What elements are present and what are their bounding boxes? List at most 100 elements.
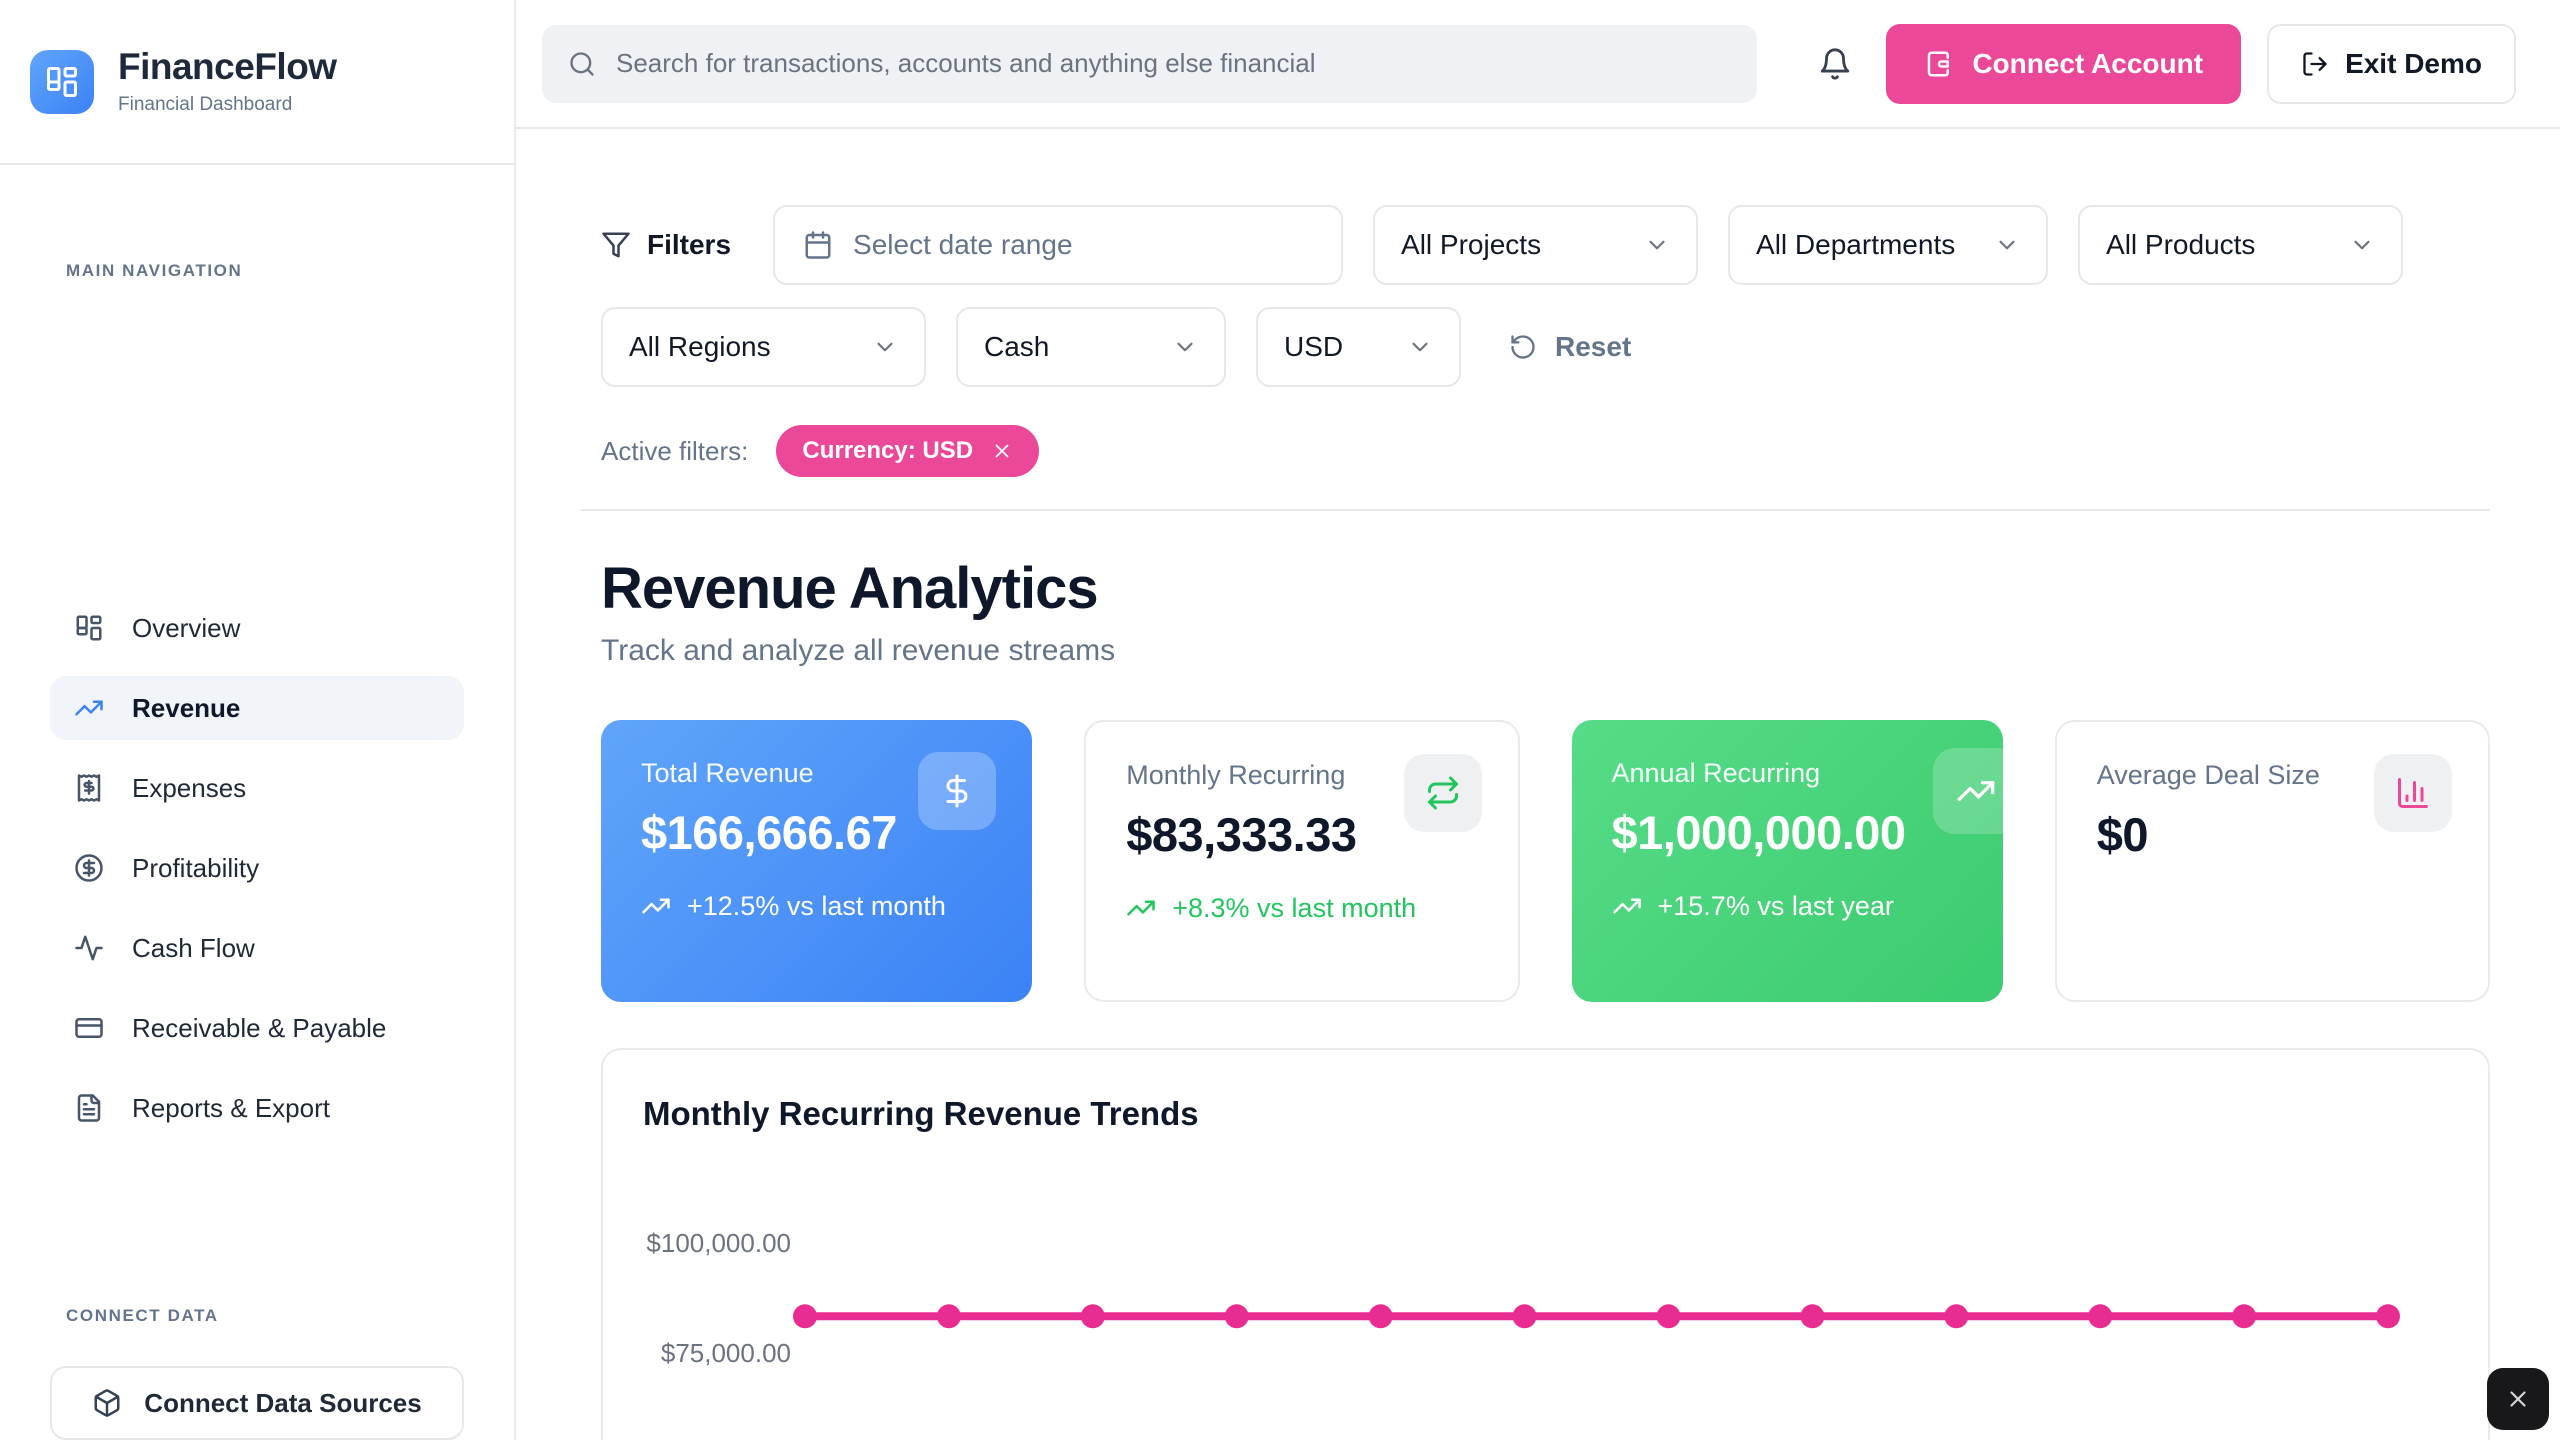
bar-chart-icon xyxy=(2395,775,2431,811)
chart-data-point xyxy=(2376,1304,2400,1328)
reset-filters-button[interactable]: Reset xyxy=(1509,331,1631,363)
demo-widget-close-button[interactable] xyxy=(2487,1368,2549,1430)
connect-data-sources-button[interactable]: Connect Data Sources xyxy=(50,1366,464,1440)
products-dropdown[interactable]: All Products xyxy=(2078,205,2403,285)
chart-data-point xyxy=(1369,1304,1393,1328)
stat-cards-row: Total Revenue $166,666.67 +12.5% vs last… xyxy=(601,720,2490,1002)
page-subtitle: Track and analyze all revenue streams xyxy=(601,634,2490,668)
notifications-button[interactable] xyxy=(1818,47,1852,81)
line-chart-svg: $100,000.00$75,000.00$50,000.00 xyxy=(643,1162,2453,1440)
chart-data-point xyxy=(793,1304,817,1328)
brand: FinanceFlow Financial Dashboard xyxy=(0,0,514,165)
repeat-icon xyxy=(1425,775,1461,811)
stat-icon-chip xyxy=(918,752,996,830)
sidebar-item-label: Overview xyxy=(132,613,240,644)
chevron-down-icon xyxy=(1172,334,1198,360)
stat-trend: +8.3% vs last month xyxy=(1126,890,1477,926)
credit-card-icon xyxy=(74,1013,104,1043)
filters-row-2: All Regions Cash USD Reset xyxy=(601,307,2490,387)
sidebar: FinanceFlow Financial Dashboard MAIN NAV… xyxy=(0,0,516,1440)
app-title: FinanceFlow xyxy=(118,47,337,88)
products-dropdown-value: All Products xyxy=(2106,229,2255,261)
stat-icon-chip xyxy=(1404,754,1482,832)
chevron-down-icon xyxy=(1407,334,1433,360)
package-icon xyxy=(92,1388,122,1418)
stat-trend-text: +12.5% vs last month xyxy=(687,888,946,924)
bell-icon xyxy=(1818,47,1852,81)
stat-value: $1,000,000.00 xyxy=(1612,805,1963,860)
currency-dropdown-value: USD xyxy=(1284,331,1343,363)
projects-dropdown-value: All Projects xyxy=(1401,229,1541,261)
connect-data-header: CONNECT DATA xyxy=(0,1306,514,1326)
receipt-icon xyxy=(74,773,104,803)
stat-icon-chip xyxy=(1933,748,2003,834)
filters-title: Filters xyxy=(601,229,731,261)
search-box[interactable] xyxy=(542,25,1757,103)
date-range-input[interactable]: Select date range xyxy=(773,205,1343,285)
mrr-trends-chart: $100,000.00$75,000.00$50,000.00 xyxy=(643,1162,2448,1440)
rotate-ccw-icon xyxy=(1509,333,1537,361)
sidebar-item-overview[interactable]: Overview xyxy=(50,596,464,660)
mrr-trends-chart-card: Monthly Recurring Revenue Trends $100,00… xyxy=(601,1048,2490,1440)
currency-dropdown[interactable]: USD xyxy=(1256,307,1461,387)
sidebar-item-label: Cash Flow xyxy=(132,933,255,964)
stat-card-total-revenue: Total Revenue $166,666.67 +12.5% vs last… xyxy=(601,720,1032,1002)
chart-data-point xyxy=(1225,1304,1249,1328)
app-logo-icon xyxy=(30,50,94,114)
connect-data-sources-label: Connect Data Sources xyxy=(144,1388,421,1419)
connect-account-button[interactable]: Connect Account xyxy=(1886,24,2241,104)
stat-trend: +12.5% vs last month xyxy=(641,888,992,924)
projects-dropdown[interactable]: All Projects xyxy=(1373,205,1698,285)
filters-title-label: Filters xyxy=(647,229,731,261)
close-icon xyxy=(2505,1386,2531,1412)
sidebar-item-label: Profitability xyxy=(132,853,259,884)
regions-dropdown[interactable]: All Regions xyxy=(601,307,926,387)
chevron-down-icon xyxy=(1644,232,1670,258)
log-out-icon xyxy=(2301,50,2329,78)
chart-title: Monthly Recurring Revenue Trends xyxy=(643,1094,2448,1134)
trending-up-icon xyxy=(1126,893,1156,923)
section-divider xyxy=(581,509,2490,511)
sidebar-nav: Overview Revenue Expenses Profitability … xyxy=(0,596,514,1156)
chart-data-point xyxy=(1800,1304,1824,1328)
payment-method-dropdown[interactable]: Cash xyxy=(956,307,1226,387)
chart-data-point xyxy=(1513,1304,1537,1328)
active-filter-chip-currency[interactable]: Currency: USD xyxy=(776,425,1039,477)
sidebar-item-expenses[interactable]: Expenses xyxy=(50,756,464,820)
exit-demo-button[interactable]: Exit Demo xyxy=(2267,24,2516,104)
stat-trend-text: +15.7% vs last year xyxy=(1658,888,1894,924)
app-root: FinanceFlow Financial Dashboard MAIN NAV… xyxy=(0,0,2560,1440)
sidebar-item-label: Expenses xyxy=(132,773,246,804)
sidebar-item-cash-flow[interactable]: Cash Flow xyxy=(50,916,464,980)
reset-label: Reset xyxy=(1555,331,1631,363)
stat-trend-text: +8.3% vs last month xyxy=(1172,890,1416,926)
stat-card-average-deal-size: Average Deal Size $0 xyxy=(2055,720,2490,1002)
sidebar-item-reports-export[interactable]: Reports & Export xyxy=(50,1076,464,1140)
sidebar-item-revenue[interactable]: Revenue xyxy=(50,676,464,740)
close-icon xyxy=(991,440,1013,462)
file-text-icon xyxy=(74,1093,104,1123)
filter-funnel-icon xyxy=(601,230,631,260)
date-range-placeholder: Select date range xyxy=(853,229,1073,261)
departments-dropdown[interactable]: All Departments xyxy=(1728,205,2048,285)
chevron-down-icon xyxy=(872,334,898,360)
stat-icon-chip xyxy=(2374,754,2452,832)
page-title: Revenue Analytics xyxy=(601,555,2490,622)
topbar: Connect Account Exit Demo xyxy=(516,0,2560,129)
sidebar-item-label: Revenue xyxy=(132,693,240,724)
sidebar-item-label: Receivable & Payable xyxy=(132,1013,386,1044)
search-input[interactable] xyxy=(616,48,1731,79)
y-axis-tick-label: $75,000.00 xyxy=(661,1338,791,1368)
stat-label: Annual Recurring xyxy=(1612,758,1963,789)
exit-demo-label: Exit Demo xyxy=(2345,48,2482,80)
wallet-icon xyxy=(1924,49,1954,79)
search-icon xyxy=(568,50,596,78)
chart-data-point xyxy=(1657,1304,1681,1328)
sidebar-item-receivable-payable[interactable]: Receivable & Payable xyxy=(50,996,464,1060)
activity-icon xyxy=(74,933,104,963)
main-navigation-header: MAIN NAVIGATION xyxy=(0,261,514,566)
stat-trend: +15.7% vs last year xyxy=(1612,888,1963,924)
sidebar-item-profitability[interactable]: Profitability xyxy=(50,836,464,900)
trending-up-icon xyxy=(1612,891,1642,921)
chevron-down-icon xyxy=(2349,232,2375,258)
